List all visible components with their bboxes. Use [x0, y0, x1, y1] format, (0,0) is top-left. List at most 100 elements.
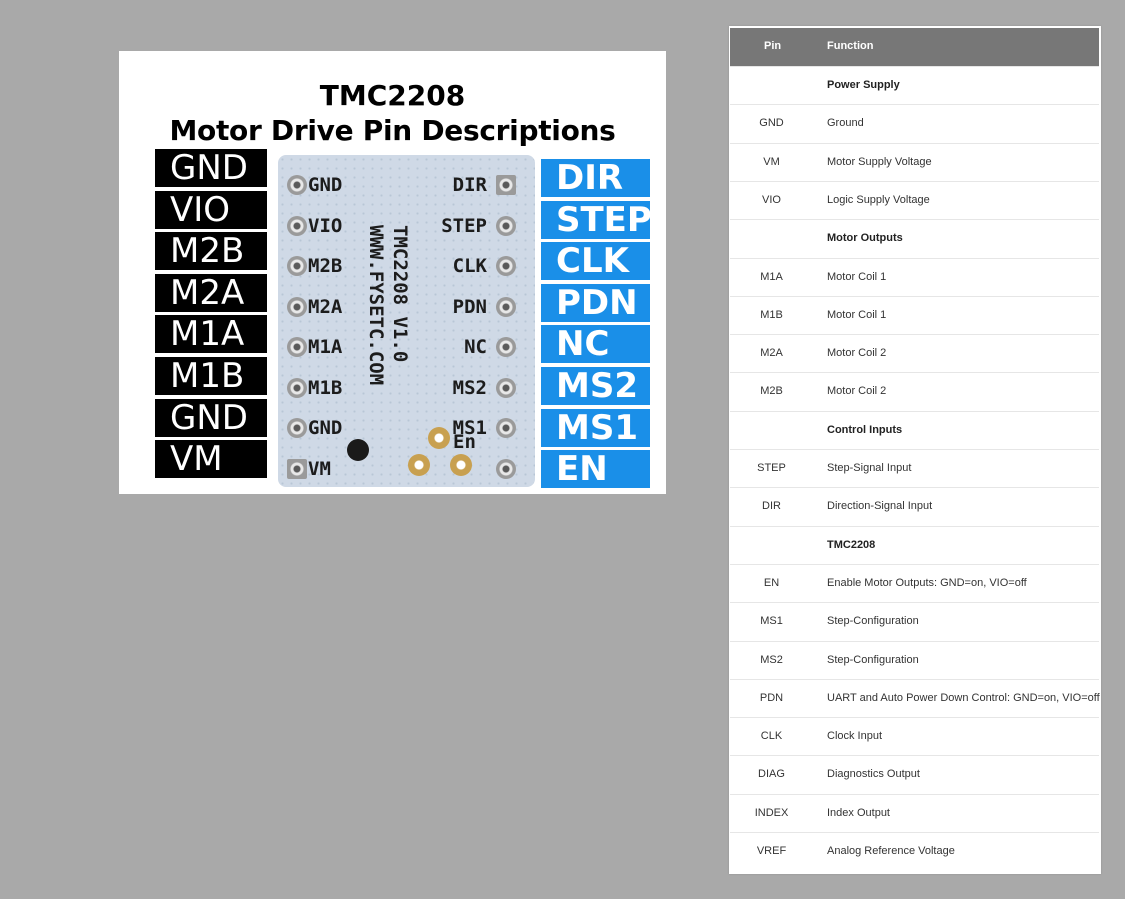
table-row: CLK Clock Input	[730, 717, 1099, 755]
cell-pin: M1A	[760, 270, 783, 283]
table-section-row: Power Supply	[730, 66, 1099, 104]
board-right-silk: MS2	[452, 376, 487, 399]
cell-pin: M2B	[760, 385, 783, 398]
table-row: DIR Direction-Signal Input	[730, 487, 1099, 525]
board-left-silk: M2B	[308, 255, 343, 277]
table-row: INDEX Index Output	[730, 793, 1099, 832]
pin-pad	[496, 377, 516, 398]
pin-pad	[287, 175, 307, 195]
board-right-silk: CLK	[452, 255, 487, 277]
cell-function: Power Supply	[827, 79, 900, 91]
board-left-silk: VM	[308, 457, 331, 480]
board-right-silk: PDN	[452, 295, 487, 318]
table-row: MS2 Step-Configuration	[730, 640, 1099, 679]
table-row: GND Ground	[730, 104, 1099, 142]
table-section-row: Control Inputs	[730, 410, 1099, 449]
diagram-title: TMC2208 Motor Drive Pin Descriptions	[119, 78, 666, 148]
left-pin-label: GND	[155, 149, 267, 187]
cell-function: Direction-Signal Input	[827, 500, 933, 513]
cell-pin: DIR	[762, 500, 781, 513]
board-right-silk: NC	[464, 336, 487, 358]
diagram-title-chip: TMC2208	[319, 79, 466, 112]
cell-pin: DIAG	[758, 768, 785, 781]
board-left-silk: M1B	[308, 376, 343, 399]
cell-function: Motor Outputs	[827, 232, 903, 245]
left-pin-label: VM	[155, 440, 267, 479]
board-left-silk: GND	[308, 174, 343, 196]
cell-pin: VM	[763, 155, 780, 168]
pinout-diagram-image: TMC2208 Motor Drive Pin Descriptions TMC…	[119, 51, 666, 494]
cell-function: TMC2208	[827, 538, 876, 551]
right-pin-label: PDN	[541, 283, 650, 322]
gold-pad	[450, 454, 472, 476]
cell-function: Control Inputs	[827, 423, 903, 436]
cell-pin: PDN	[759, 691, 784, 704]
table-section-row: TMC2208	[730, 525, 1099, 564]
header-pin: Pin	[764, 40, 782, 52]
board-right-silk: MS1	[452, 417, 487, 439]
cell-pin: M2A	[760, 347, 783, 360]
cell-pin: EN	[763, 576, 780, 589]
cell-function: UART and Auto Power Down Control: GND=on…	[827, 691, 1100, 704]
board-right-silk: STEP	[441, 214, 487, 237]
pin-pad	[287, 458, 307, 479]
cell-function: Step-Signal Input	[827, 462, 912, 474]
board-vertical-text-2: WWW.FYSETC.COM	[364, 225, 388, 385]
pin-pad	[287, 215, 307, 236]
table-row: M1A Motor Coil 1	[730, 257, 1099, 296]
cell-function: Motor Coil 1	[827, 270, 887, 283]
table-row: M1B Motor Coil 1	[730, 295, 1099, 334]
pin-pad	[496, 215, 516, 236]
pin-pad	[287, 296, 307, 317]
right-pin-label: MS1	[541, 408, 650, 447]
right-pin-label: MS2	[541, 367, 650, 405]
pin-pad	[496, 458, 516, 479]
right-pin-label: STEP	[541, 200, 650, 239]
board-left-silk: M1A	[308, 336, 343, 358]
table-row: DIAG Diagnostics Output	[730, 755, 1099, 793]
left-pin-label: M2B	[155, 232, 267, 271]
board-component	[347, 439, 369, 461]
pin-pad	[496, 418, 516, 438]
table-row: VM Motor Supply Voltage	[730, 142, 1099, 181]
cell-pin: INDEX	[754, 806, 789, 819]
cell-pin: MS1	[760, 615, 783, 628]
table-row: VIO Logic Supply Voltage	[730, 180, 1099, 219]
pin-pad	[287, 337, 307, 357]
left-pin-label: GND	[155, 398, 267, 437]
cell-pin: M1B	[760, 308, 783, 321]
pin-pad	[496, 337, 516, 357]
cell-pin: GND	[759, 117, 784, 130]
right-pin-label: DIR	[541, 159, 650, 197]
pin-pad	[496, 256, 516, 276]
board-left-silk: GND	[308, 417, 343, 439]
cell-pin: STEP	[757, 462, 786, 474]
board-vertical-text: TMC2208 V1.0	[388, 225, 412, 362]
cell-pin: CLK	[760, 730, 783, 743]
cell-function: Logic Supply Voltage	[827, 193, 930, 206]
cell-function: Ground	[827, 117, 864, 130]
pin-pad	[496, 175, 516, 195]
right-pin-label: CLK	[541, 242, 650, 281]
cell-function: Analog Reference Voltage	[827, 845, 955, 857]
diagram-title-subtitle: Motor Drive Pin Descriptions	[169, 114, 616, 147]
right-pin-label: EN	[541, 450, 650, 489]
cell-pin: MS2	[760, 653, 783, 666]
cell-function: Diagnostics Output	[827, 768, 920, 781]
gold-pad	[428, 427, 450, 449]
header-function: Function	[827, 40, 874, 52]
table-row: PDN UART and Auto Power Down Control: GND…	[730, 678, 1100, 717]
left-pin-label: M2A	[155, 273, 267, 312]
left-pin-label: M1B	[155, 357, 267, 395]
cell-pin: VREF	[756, 845, 787, 857]
table-section-row: Motor Outputs	[730, 219, 1099, 257]
cell-pin: VIO	[762, 193, 781, 206]
table-row: STEP Step-Signal Input	[730, 449, 1099, 487]
pin-function-table: Pin Function Power Supply GND Ground VM Moto…	[729, 26, 1101, 874]
right-pin-label: NC	[541, 325, 650, 364]
board-right-silk: DIR	[452, 174, 487, 196]
table-row: VREF Analog Reference Voltage	[730, 832, 1099, 870]
table-header: Pin Function	[730, 28, 1099, 66]
table-row: MS1 Step-Configuration	[730, 602, 1099, 640]
cell-function: Motor Coil 2	[827, 347, 887, 360]
